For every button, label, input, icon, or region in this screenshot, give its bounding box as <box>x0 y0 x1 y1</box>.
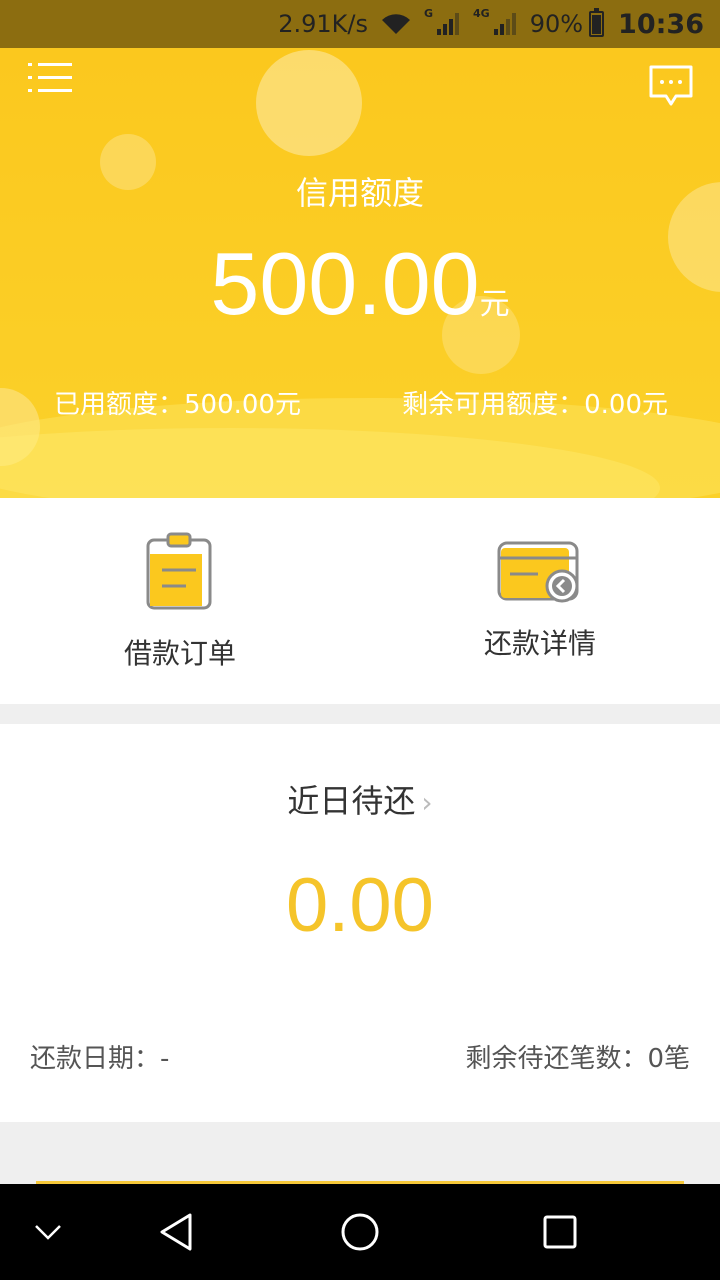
recent-due-title: 近日待还 <box>287 782 416 820</box>
loan-orders-button[interactable]: 借款订单 <box>0 498 360 704</box>
quick-actions: 借款订单 还款详情 <box>0 498 720 704</box>
net-speed: 2.91K/s <box>278 10 368 38</box>
battery-percent: 90% <box>529 10 584 38</box>
back-chevron-icon[interactable] <box>150 1184 202 1280</box>
remaining-repay-count: 剩余待还笔数：0笔 <box>465 1044 690 1074</box>
chat-icon[interactable] <box>648 64 694 108</box>
credit-limit-value: 500.00 <box>210 234 480 333</box>
signal-g-icon: G <box>424 7 461 35</box>
credit-limit-title: 信用额度 <box>295 174 424 212</box>
signal-4g-icon: 4G <box>473 7 518 35</box>
clipboard-icon <box>146 532 212 610</box>
repay-details-label: 还款详情 <box>483 627 596 660</box>
menu-icon[interactable] <box>28 62 74 94</box>
credit-limit-amount: 500.00元 <box>0 233 720 335</box>
recents-icon[interactable] <box>534 1184 586 1280</box>
credit-hero: 信用额度 500.00元 已用额度：500.00元 剩余可用额度：0.00元 <box>0 48 720 498</box>
loan-orders-label: 借款订单 <box>123 637 236 670</box>
used-credit: 已用额度：500.00元 <box>54 390 301 420</box>
remaining-credit: 剩余可用额度：0.00元 <box>402 390 668 420</box>
status-bar: 2.91K/s G 4G 90% 10:36 <box>0 0 720 48</box>
battery-icon <box>589 8 605 37</box>
repay-details-button[interactable]: 还款详情 <box>360 498 720 704</box>
recent-due-card: 近日待还 › 0.00 还款日期：- 剩余待还笔数：0笔 <box>0 724 720 1122</box>
network-g-label: G <box>423 7 434 20</box>
decor-bubble <box>256 50 362 156</box>
card-icon <box>497 541 579 603</box>
wifi-icon <box>380 12 412 36</box>
credit-limit-unit: 元 <box>479 287 510 322</box>
system-nav-bar <box>0 1184 720 1280</box>
collapse-icon[interactable] <box>20 1184 76 1280</box>
clock: 10:36 <box>618 8 704 40</box>
recent-due-amount: 0.00 <box>286 863 434 948</box>
repay-date: 还款日期：- <box>30 1044 170 1074</box>
chevron-right-icon: › <box>421 786 433 819</box>
network-4g-label: 4G <box>473 7 490 20</box>
home-icon[interactable] <box>334 1184 386 1280</box>
recent-due-link[interactable]: 近日待还 › <box>0 776 720 822</box>
